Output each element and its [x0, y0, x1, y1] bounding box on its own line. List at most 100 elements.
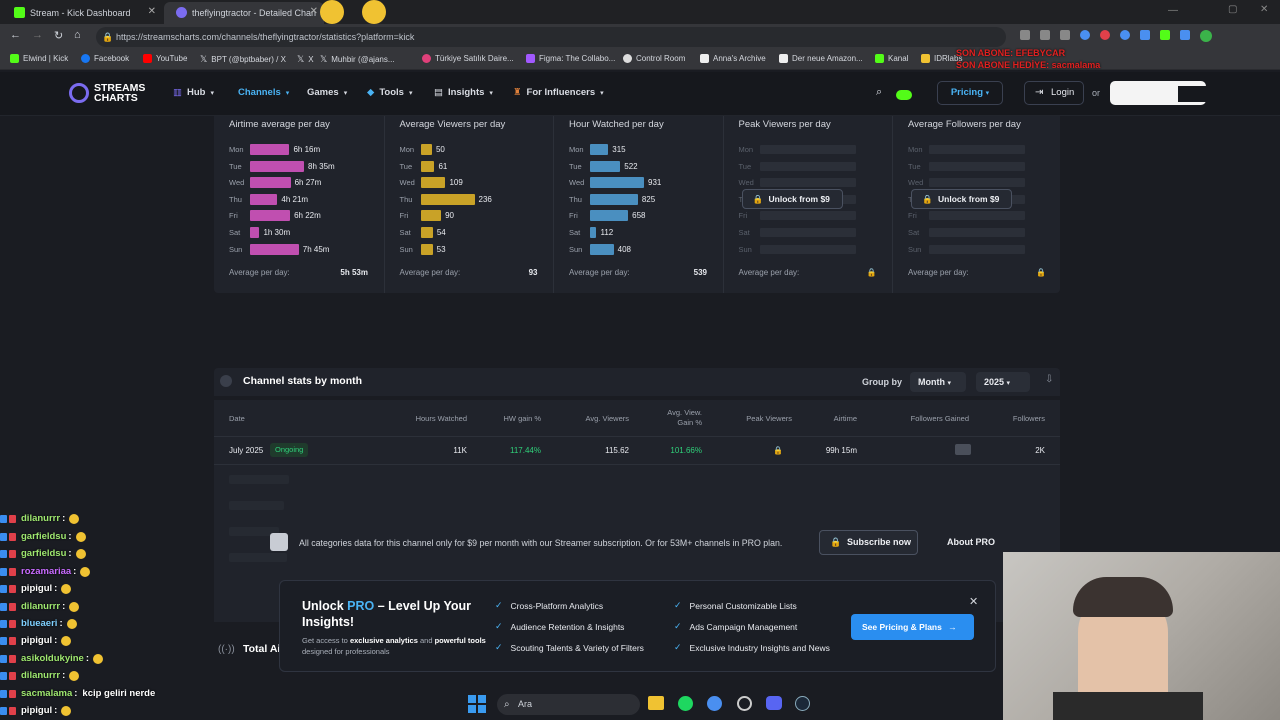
- search-icon[interactable]: ⌕: [876, 86, 882, 99]
- year-select[interactable]: 2025 ▾: [976, 372, 1030, 392]
- blurred-value: [955, 444, 971, 455]
- bookmark-item[interactable]: Facebook: [81, 54, 129, 63]
- bookmark-item[interactable]: Control Room: [623, 54, 685, 63]
- weekly-column: Airtime average per day Mon 6h 16m Tue 8h 35…: [214, 116, 383, 293]
- bookmark-item[interactable]: Türkiye Satılık Daire...: [422, 54, 514, 63]
- day-value: 90: [445, 210, 454, 220]
- steam-icon[interactable]: [795, 696, 810, 711]
- bookmark-item[interactable]: Figma: The Collabo...: [526, 54, 615, 63]
- day-row: Sun: [739, 243, 856, 255]
- streamscharts-logo-icon[interactable]: [69, 83, 89, 103]
- chat-message: dilanurrr :: [0, 670, 80, 681]
- day-row: Sat: [739, 226, 856, 238]
- lock-icon: 🔒: [773, 446, 783, 455]
- extension-icon[interactable]: [1160, 30, 1170, 40]
- chat-username: pipigul: [21, 705, 53, 716]
- home-icon[interactable]: ⌂: [74, 29, 81, 41]
- extension-icon[interactable]: [1100, 30, 1110, 40]
- download-icon[interactable]: ⇩: [1045, 374, 1053, 385]
- bookmark-item[interactable]: 𝕏 BPT (@bptbaber) / X: [200, 54, 286, 65]
- search-icon: ⌕: [504, 699, 510, 710]
- reload-icon[interactable]: ↻: [54, 29, 63, 42]
- browser-icon[interactable]: [707, 696, 722, 711]
- close-window-icon[interactable]: ✕: [1260, 4, 1268, 15]
- day-label: Wed: [399, 177, 415, 187]
- badge-icon: [0, 689, 7, 698]
- windows-start-icon[interactable]: [468, 695, 486, 713]
- badge-icon: [9, 706, 16, 715]
- row-hw-gain: 117.44%: [510, 446, 541, 455]
- back-icon[interactable]: ←: [10, 29, 21, 41]
- bookmark-item[interactable]: 𝕏 Muhbir (@ajans...: [320, 54, 395, 65]
- emoji-icon: [61, 583, 72, 594]
- day-row: Wed 109: [400, 176, 463, 188]
- column-title: Peak Viewers per day: [738, 119, 831, 130]
- translate-icon[interactable]: [1020, 30, 1030, 40]
- badge-icon: [9, 654, 16, 663]
- discord-icon[interactable]: [766, 696, 782, 710]
- bookmark-item[interactable]: Anna's Archive: [700, 54, 766, 63]
- day-bar: [420, 226, 433, 238]
- browser-tab-kick-dashboard[interactable]: Stream - Kick Dashboard ✕: [2, 2, 162, 24]
- login-button[interactable]: ⇥ Login: [1024, 81, 1084, 105]
- pricing-button[interactable]: Pricing ▾: [937, 81, 1003, 105]
- browser-tab-streamscharts[interactable]: theflyingtractor - Detailed Chan ✕: [164, 2, 324, 24]
- bookmark-item[interactable]: YouTube: [143, 54, 187, 63]
- bookmark-item[interactable]: Elwind | Kick: [10, 54, 68, 63]
- nav-games[interactable]: Games ▾: [307, 87, 347, 98]
- badge-icon: [9, 602, 16, 611]
- url-bar[interactable]: 🔒 https://streamscharts.com/channels/the…: [96, 27, 1006, 47]
- close-tab-icon[interactable]: ✕: [148, 6, 156, 17]
- bookmark-item[interactable]: Kanal: [875, 54, 908, 63]
- nav-hub[interactable]: ▥ Hub ▾: [173, 87, 214, 98]
- share-icon[interactable]: [1040, 30, 1050, 40]
- extension-icon[interactable]: [1140, 30, 1150, 40]
- profile-avatar[interactable]: [1200, 30, 1212, 42]
- forward-icon[interactable]: →: [32, 29, 43, 41]
- nav-for-influencers[interactable]: ♜ For Influencers ▾: [513, 87, 604, 98]
- unlock-button[interactable]: 🔒 Unlock from $9: [911, 189, 1012, 209]
- nav-channels[interactable]: Channels ▾: [238, 87, 289, 98]
- bookmark-item[interactable]: Der neue Amazon...: [779, 54, 863, 63]
- extension-icon[interactable]: [1180, 30, 1190, 40]
- chat-username: pipigul: [21, 635, 53, 646]
- day-label: Tue: [399, 161, 413, 171]
- kick-favicon-icon: [14, 7, 25, 18]
- badge-icon: [9, 689, 16, 698]
- about-pro-button[interactable]: About PRO: [936, 530, 1006, 555]
- badge-icon: [0, 549, 7, 558]
- file-explorer-icon[interactable]: [648, 696, 664, 710]
- day-label: Sat: [229, 227, 241, 237]
- subscribe-now-button[interactable]: 🔒 Subscribe now: [819, 530, 918, 555]
- day-label: Wed: [229, 177, 245, 187]
- chevron-down-icon: ▾: [343, 89, 348, 97]
- day-row: Wed: [908, 176, 1025, 188]
- spotify-icon[interactable]: [678, 696, 693, 711]
- group-by-select[interactable]: Month ▾: [910, 372, 966, 392]
- idrlabs-icon: [921, 54, 930, 63]
- day-label: Mon: [399, 144, 415, 154]
- close-icon[interactable]: ✕: [969, 595, 978, 608]
- badge-icon: [9, 584, 16, 593]
- chevron-down-icon: ▾: [408, 89, 413, 97]
- see-pricing-button[interactable]: See Pricing & Plans →: [851, 614, 974, 640]
- overlay-banner: [1178, 86, 1276, 102]
- badge-icon: [0, 619, 7, 628]
- bookmark-icon[interactable]: [1060, 30, 1070, 40]
- divider: [214, 464, 1060, 465]
- extension-icon[interactable]: [1120, 30, 1130, 40]
- day-value: 931: [648, 177, 662, 187]
- unlock-button[interactable]: 🔒 Unlock from $9: [741, 189, 843, 209]
- site-logo[interactable]: STREAMS CHARTS: [94, 83, 152, 104]
- row-hours-watched: 11K: [453, 446, 467, 455]
- maximize-icon[interactable]: ▢: [1228, 4, 1237, 15]
- day-row: Sat 112: [569, 226, 613, 238]
- taskbar-search[interactable]: ⌕ Ara: [497, 694, 640, 715]
- nav-insights[interactable]: ▤ Insights ▾: [434, 87, 493, 98]
- minimize-icon[interactable]: —: [1168, 5, 1178, 16]
- bookmark-item[interactable]: 𝕏X: [297, 54, 314, 65]
- close-tab-icon[interactable]: ✕: [310, 6, 318, 17]
- extension-icon[interactable]: [1080, 30, 1090, 40]
- nav-tools[interactable]: ◆ Tools ▾: [367, 87, 412, 98]
- app-icon[interactable]: [737, 696, 752, 711]
